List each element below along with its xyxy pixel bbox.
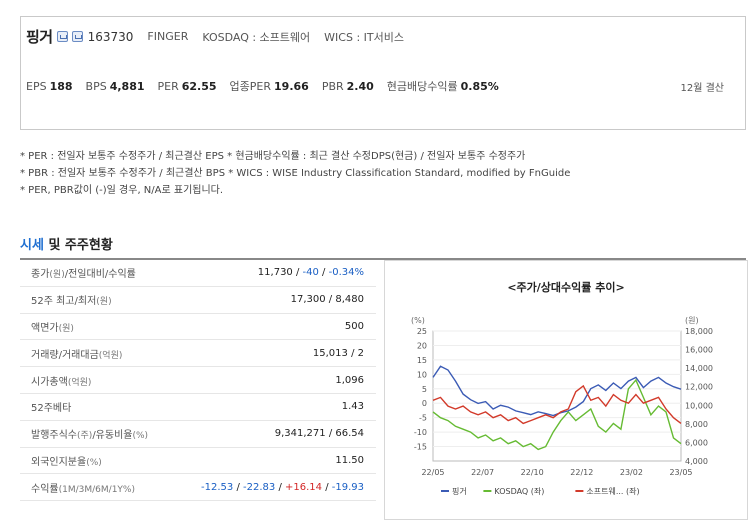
- table-row: 거래량/거래대금(억원) 15,013 / 2: [20, 340, 376, 368]
- y-tick-left: 0: [422, 399, 427, 408]
- y-tick-left: 5: [422, 385, 427, 394]
- return-1m: -12.53: [201, 481, 234, 493]
- x-tick-label: 23/05: [669, 468, 692, 477]
- table-row: 발행주식수(주)/유동비율(%) 9,341,271 / 66.54: [20, 421, 376, 448]
- y-tick-left: -5: [419, 414, 427, 423]
- table-row: 종가(원)/전일대비/수익률 11,730 / -40 / -0.34%: [20, 260, 376, 287]
- table-row: 52주베타 1.43: [20, 394, 376, 421]
- price-change: -40: [302, 267, 319, 279]
- x-tick-label: 22/05: [421, 468, 444, 477]
- price-chart-panel: <주가/상대수익률 추이> (%) (원) 25 20 15 10 5 0 -5 -10 -15 18…: [384, 260, 748, 520]
- x-tick-label: 22/07: [471, 468, 494, 477]
- stock-code: 163730: [87, 29, 134, 44]
- right-axis-unit: (원): [685, 316, 699, 325]
- market-sector: KOSDAQ : 소프트웨어: [202, 30, 311, 44]
- y-tick-left: -10: [414, 428, 427, 437]
- market-data-table: 종가(원)/전일대비/수익률 11,730 / -40 / -0.34% 52주…: [20, 260, 376, 502]
- section-title: 시세 및 주주현황: [20, 238, 113, 253]
- metric-pbr: PBR 2.40: [321, 80, 374, 93]
- footnote-line: * PER : 전일자 보통주 수정주가 / 최근결산 EPS * 현금배당수익…: [20, 151, 526, 162]
- y-tick-left: 20: [417, 341, 427, 350]
- fiscal-month: 12월 결산: [680, 83, 724, 94]
- metric-bps: BPS 4,881: [85, 80, 145, 93]
- y-tick-right: 16,000: [685, 346, 713, 355]
- y-tick-left: 10: [417, 370, 427, 379]
- footnotes: * PER : 전일자 보통주 수정주가 / 최근결산 EPS * 현금배당수익…: [20, 148, 570, 199]
- metric-per: PER 62.55: [157, 80, 217, 93]
- company-info-icon[interactable]: [56, 31, 68, 42]
- series-line: [432, 365, 682, 417]
- y-tick-right: 18,000: [685, 327, 713, 336]
- table-row: 외국인지분율(%) 11.50: [20, 448, 376, 475]
- metric-eps: EPS 188: [26, 80, 73, 93]
- table-row: 수익률(1M/3M/6M/1Y%) -12.53 / -22.83 / +16.…: [20, 474, 376, 502]
- return-6m: +16.14: [285, 481, 323, 493]
- footnote-line: * PER, PBR값이 (-)일 경우, N/A로 표기됩니다.: [20, 185, 224, 196]
- close-price: 11,730: [257, 267, 293, 279]
- legend-label: 핑거: [452, 486, 467, 496]
- price-change-rate: -0.34%: [328, 267, 364, 279]
- chart-title: <주가/상대수익률 추이>: [507, 281, 625, 294]
- y-tick-right: 4,000: [685, 457, 708, 466]
- return-3m: -22.83: [243, 481, 276, 493]
- company-report-icon[interactable]: [71, 31, 83, 42]
- metric-dividend-yield: 현금배당수익률 0.85%: [386, 80, 499, 93]
- y-tick-left: 25: [417, 327, 427, 336]
- y-tick-right: 8,000: [685, 420, 708, 429]
- company-name: 핑거: [26, 28, 53, 46]
- x-tick-label: 22/10: [521, 468, 544, 477]
- return-1y: -19.93: [331, 481, 364, 493]
- y-tick-right: 14,000: [685, 364, 713, 373]
- table-row: 시가총액(억원) 1,096: [20, 367, 376, 394]
- left-axis-unit: (%): [411, 316, 425, 325]
- table-row: 52주 최고/최저(원) 17,300 / 8,480: [20, 287, 376, 314]
- x-tick-label: 23/02: [620, 468, 643, 477]
- y-tick-left: 15: [417, 356, 427, 365]
- english-name: FINGER: [147, 30, 189, 43]
- wics-sector: WICS : IT서비스: [324, 30, 404, 44]
- legend-label: 소프트웨... (좌): [586, 486, 639, 496]
- metrics-row: EPS 188 BPS 4,881 PER 62.55 업종PER 19.66 PBR 2…: [26, 78, 512, 94]
- company-title-row: 핑거 163730 FINGER KOSDAQ : 소프트웨어 WICS : I…: [26, 26, 404, 47]
- table-row: 액면가(원) 500: [20, 314, 376, 341]
- y-tick-left: -15: [414, 443, 427, 452]
- y-tick-right: 12,000: [685, 383, 713, 392]
- y-tick-right: 6,000: [685, 438, 708, 447]
- plot-area: [432, 330, 682, 462]
- legend-label: KOSDAQ (좌): [494, 487, 544, 496]
- y-tick-right: 10,000: [685, 401, 713, 410]
- metric-sector-per: 업종PER 19.66: [229, 80, 309, 93]
- x-tick-label: 22/12: [570, 468, 593, 477]
- footnote-line: * PBR : 전일자 보통주 수정주가 / 최근결산 BPS * WICS :…: [20, 168, 571, 179]
- price-return-chart: (%) (원) 25 20 15 10 5 0 -5 -10 -15 18,000 16,000 14,0…: [411, 316, 713, 496]
